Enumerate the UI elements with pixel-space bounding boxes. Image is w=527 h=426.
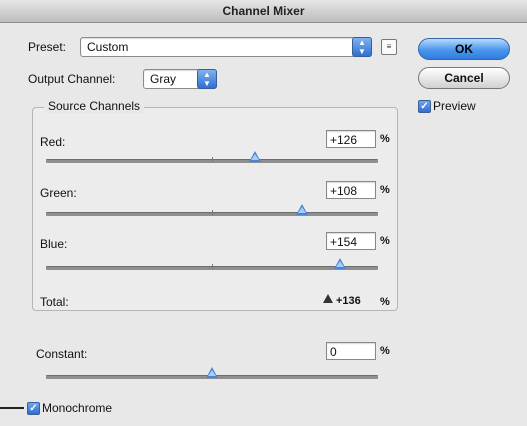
- total-label: Total:: [40, 295, 69, 309]
- red-slider-thumb[interactable]: [249, 151, 262, 162]
- preview-label: Preview: [433, 99, 476, 113]
- preset-label: Preset:: [28, 40, 67, 54]
- green-slider-thumb[interactable]: [295, 204, 308, 215]
- ok-button[interactable]: OK: [418, 38, 510, 60]
- preset-value: Custom: [87, 40, 129, 54]
- preset-options-icon[interactable]: ≡: [381, 39, 397, 55]
- output-channel-dropdown-arrow-icon: ▲ ▼: [197, 69, 217, 89]
- callout-pointer-line: [0, 407, 24, 409]
- blue-slider-center-tick: [212, 264, 213, 269]
- constant-slider-thumb[interactable]: [206, 367, 218, 378]
- preset-select[interactable]: Custom ▲ ▼: [80, 37, 372, 57]
- red-slider-center-tick: [212, 157, 213, 162]
- source-channels-title: Source Channels: [44, 99, 145, 113]
- blue-label: Blue:: [40, 237, 68, 251]
- green-percent-sign: %: [380, 184, 390, 196]
- total-percent-sign: %: [380, 296, 390, 308]
- red-value-field[interactable]: +126: [326, 130, 376, 148]
- monochrome-label: Monochrome: [42, 401, 113, 415]
- blue-percent-sign: %: [380, 235, 390, 247]
- blue-value-field[interactable]: +154: [326, 232, 376, 250]
- green-value-field[interactable]: +108: [326, 181, 376, 199]
- output-channel-label: Output Channel:: [28, 72, 116, 86]
- red-percent-sign: %: [380, 133, 390, 145]
- constant-percent-sign: %: [380, 345, 390, 357]
- monochrome-checkbox[interactable]: ✓: [27, 402, 40, 415]
- green-label: Green:: [40, 186, 77, 200]
- window-title: Channel Mixer: [0, 0, 527, 23]
- constant-label: Constant:: [36, 347, 88, 361]
- output-channel-select[interactable]: Gray ▲ ▼: [143, 69, 217, 89]
- preset-dropdown-arrow-icon: ▲ ▼: [352, 37, 372, 57]
- green-slider-center-tick: [212, 210, 213, 215]
- constant-value-field[interactable]: 0: [326, 342, 376, 360]
- blue-slider-thumb[interactable]: [333, 258, 346, 269]
- total-value: +136: [336, 295, 361, 307]
- red-label: Red:: [40, 135, 66, 149]
- preview-checkbox[interactable]: ✓: [418, 100, 431, 113]
- warning-triangle-icon: [323, 294, 333, 303]
- output-channel-value: Gray: [150, 72, 177, 86]
- cancel-button[interactable]: Cancel: [418, 67, 510, 89]
